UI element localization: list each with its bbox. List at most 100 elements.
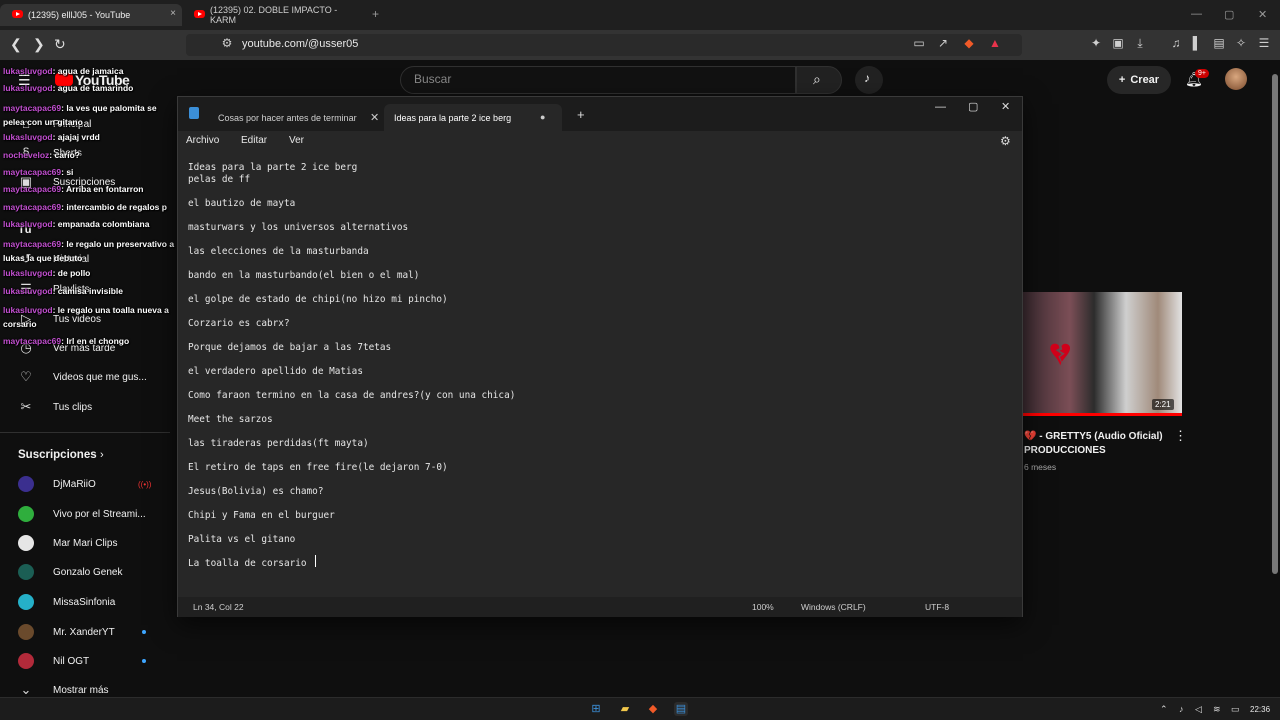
reload-button[interactable]: ↻ (54, 36, 66, 53)
back-button[interactable]: ❮ (10, 36, 22, 53)
battery-icon[interactable]: ▭ (1231, 704, 1240, 715)
text-line: Jesus(Bolivia) es chamo? (188, 486, 324, 497)
text-line: pelas de ff (188, 174, 251, 185)
notepad-tab-ideas[interactable]: Ideas para la parte 2 ice berg ● (384, 104, 562, 131)
brave-rewards-icon[interactable]: ▲ (988, 36, 1002, 50)
sidebar-sub-gonzalo-genek[interactable]: Gonzalo Genek (0, 558, 170, 586)
menu-icon[interactable]: ☰ (1257, 36, 1271, 50)
brave-browser-icon[interactable]: ◆ (646, 702, 660, 716)
brave-shield-icon[interactable]: ◆ (962, 36, 976, 50)
settings-gear-icon[interactable]: ⚙ (1000, 134, 1011, 148)
sidebar-sub-mar-mari-clips[interactable]: Mar Mari Clips (0, 529, 170, 557)
broken-heart-icon: 💔︎ (1050, 335, 1071, 373)
encoding[interactable]: UTF-8 (925, 602, 949, 612)
windows-start-icon[interactable]: ⊞ (589, 702, 603, 716)
sidebar-sub-djmariio[interactable]: DjMaRiiO ((•)) (0, 470, 170, 498)
downloads-icon[interactable]: ⤓ (1133, 36, 1147, 50)
voice-search-button[interactable]: ♪ (855, 66, 883, 94)
text-line: el bautizo de mayta (188, 198, 296, 209)
address-bar-url[interactable]: youtube.com/@usser05 (242, 38, 358, 50)
notepad-tab-cosas[interactable]: Cosas por hacer antes de terminar e ✕ (186, 104, 384, 131)
sidebar-item-clips[interactable]: ✂ Tus clips (0, 393, 170, 421)
chat-message: maytacapac69: la ves que palomita se pel… (3, 101, 178, 129)
video-title[interactable]: 💔 - GRETTY5 (Audio Oficial) PRODUCCIONES (1024, 430, 1174, 458)
notepad-taskbar-icon[interactable]: ▤ (674, 702, 688, 716)
taskbar-clock[interactable]: 22:36 (1250, 705, 1270, 714)
close-tab-icon[interactable]: ✕ (370, 111, 379, 124)
scissors-icon: ✂ (20, 399, 32, 414)
chat-message: lukasluvgod: le regalo una toalla nueva … (3, 303, 188, 331)
video-thumbnail[interactable] (1022, 292, 1182, 416)
line-ending[interactable]: Windows (CRLF) (801, 602, 866, 612)
sidebar-sub-vivo-por-el-streaming[interactable]: Vivo por el Streami... (0, 500, 170, 528)
chat-text: : de pollo (52, 268, 91, 278)
chat-message: lukasluvgod: agua de tamarindo (3, 83, 133, 93)
microphone-tray-icon[interactable]: ♪ (1179, 704, 1184, 714)
site-settings-icon[interactable]: ⚙ (220, 36, 234, 50)
wifi-icon[interactable]: ≋ (1213, 704, 1221, 715)
chat-message: nocheveloz: cario? (3, 150, 80, 160)
close-window-button[interactable]: ✕ (1001, 100, 1010, 113)
text-line: Chipi y Fama en el burguer (188, 510, 335, 521)
menu-editar[interactable]: Editar (241, 135, 267, 146)
youtube-favicon-icon (12, 10, 23, 18)
thumbs-up-icon: ♡ (20, 369, 32, 384)
maximize-window-button[interactable]: ▢ (1224, 8, 1234, 21)
new-tab-button[interactable]: + (577, 107, 585, 122)
sidebar-sub-missasinfonia[interactable]: MissaSinfonia (0, 588, 170, 616)
close-window-button[interactable]: ✕ (1258, 8, 1267, 21)
chat-username: nocheveloz (3, 150, 50, 160)
media-icon[interactable]: ♫ (1169, 36, 1183, 50)
search-button[interactable]: ⌕ (796, 66, 842, 94)
leo-ai-icon[interactable]: ✧ (1234, 36, 1248, 50)
live-indicator-icon: ((•)) (138, 479, 152, 489)
chat-message: lukasluvgod: empanada colombiana (3, 219, 149, 229)
notepad-status-bar: Ln 34, Col 22 100% Windows (CRLF) UTF-8 (178, 597, 1022, 617)
sidebar-sub-nil-ogt[interactable]: Nil OGT (0, 647, 170, 675)
chat-message: maytacapac69: si (3, 167, 73, 177)
page-scrollbar-thumb[interactable] (1272, 74, 1278, 574)
notification-count-badge: 9+ (1195, 69, 1209, 78)
text-line: las elecciones de la masturbanda (188, 246, 369, 257)
file-explorer-icon[interactable]: ▰ (618, 702, 632, 716)
minimize-window-button[interactable]: — (935, 101, 946, 113)
chat-message: maytacapac69: intercambio de regalos p (3, 202, 167, 212)
close-tab-icon[interactable]: × (170, 8, 176, 19)
sidebar-sub-mr-xanderyt[interactable]: Mr. XanderYT (0, 618, 170, 646)
sidebar-item-liked-videos[interactable]: ♡ Videos que me gus... (0, 363, 170, 391)
sidebar-item-label: Vivo por el Streami... (53, 508, 146, 520)
tray-overflow-icon[interactable]: ⌃ (1160, 704, 1168, 715)
search-input[interactable] (400, 66, 796, 94)
create-label: Crear (1130, 74, 1160, 86)
forward-button[interactable]: ❯ (33, 36, 45, 53)
install-app-icon[interactable]: ▭ (912, 36, 926, 50)
screenshot-icon[interactable]: ▣ (1111, 36, 1125, 50)
share-icon[interactable]: ↗ (936, 36, 950, 50)
maximize-window-button[interactable]: ▢ (968, 100, 978, 113)
video-meta: 6 meses (1024, 462, 1057, 472)
volume-icon[interactable]: ◁ (1195, 704, 1202, 715)
minimize-window-button[interactable]: — (1191, 8, 1202, 20)
unsaved-dot-icon[interactable]: ● (540, 112, 545, 122)
menu-archivo[interactable]: Archivo (186, 135, 219, 146)
browser-tab-title: (12395) elllJ05 - YouTube (28, 10, 131, 20)
text-line: Meet the sarzos (188, 414, 273, 425)
sidebar-toggle-icon[interactable]: ▌ (1190, 36, 1204, 50)
new-content-dot (142, 630, 146, 634)
wallet-icon[interactable]: ▤ (1212, 36, 1226, 50)
chat-text: : ajajaj vrdd (52, 132, 100, 142)
notepad-text-area[interactable]: Ideas para la parte 2 ice berg pelas de … (178, 153, 1022, 597)
chat-username: lukasluvgod (3, 286, 53, 296)
browser-tab-youtube[interactable]: (12395) elllJ05 - YouTube × (0, 4, 182, 26)
zoom-level[interactable]: 100% (752, 602, 774, 612)
browser-tab-karma[interactable]: (12395) 02. DOBLE IMPACTO - KARM (182, 4, 364, 26)
account-avatar[interactable] (1225, 68, 1247, 90)
menu-ver[interactable]: Ver (289, 135, 304, 146)
extensions-icon[interactable]: ✦ (1089, 36, 1103, 50)
more-options-icon[interactable]: ⋮ (1174, 428, 1187, 444)
search-placeholder: Buscar (414, 72, 452, 86)
create-button[interactable]: + Crear (1107, 66, 1171, 94)
subscriptions-header[interactable]: Suscripciones › (0, 441, 170, 469)
new-tab-button[interactable]: + (372, 7, 379, 21)
chat-username: maytacapac69 (3, 184, 62, 194)
